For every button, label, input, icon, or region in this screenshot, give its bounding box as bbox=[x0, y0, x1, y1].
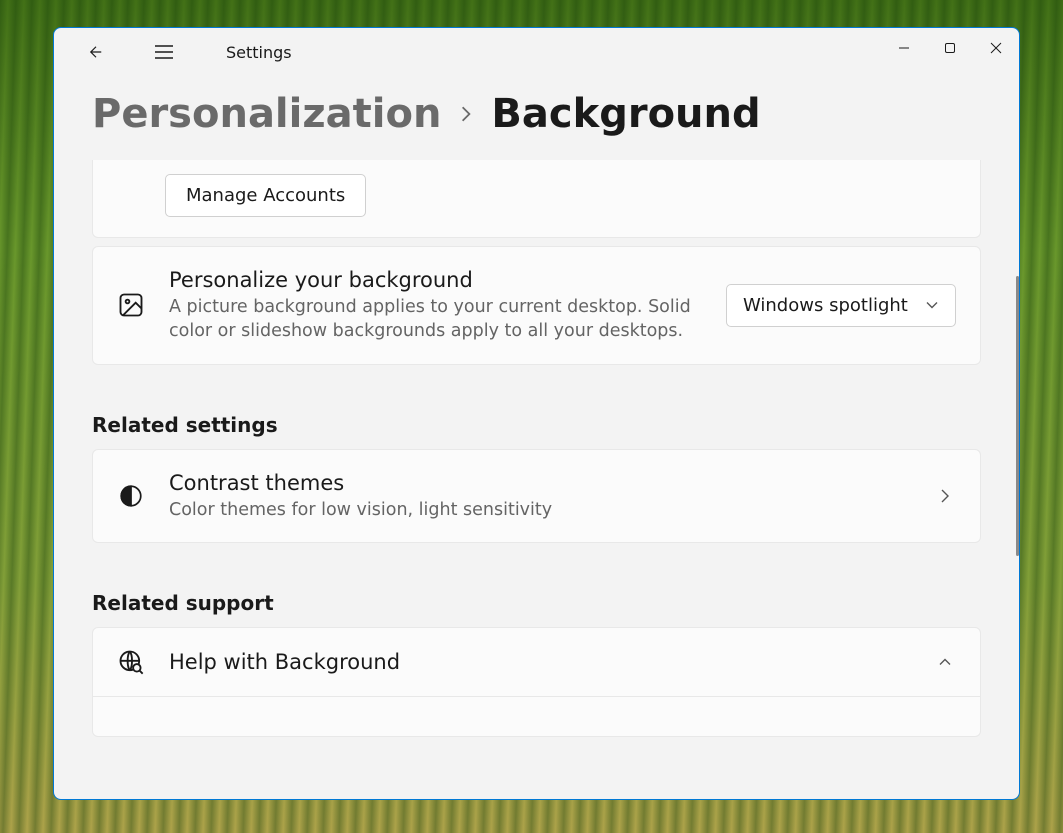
chevron-up-icon bbox=[938, 657, 952, 667]
related-support-heading: Related support bbox=[92, 591, 981, 615]
chevron-right-icon bbox=[940, 488, 950, 504]
help-title: Help with Background bbox=[169, 649, 910, 676]
breadcrumb: Personalization Background bbox=[92, 92, 981, 136]
personalize-text: Personalize your background A picture ba… bbox=[169, 267, 702, 344]
app-title: Settings bbox=[226, 43, 292, 62]
picture-icon bbox=[117, 291, 145, 319]
close-icon bbox=[990, 42, 1002, 54]
close-button[interactable] bbox=[973, 28, 1019, 68]
chevron-right-icon bbox=[459, 105, 473, 123]
contrast-row: Contrast themes Color themes for low vis… bbox=[93, 450, 980, 543]
breadcrumb-separator bbox=[459, 105, 473, 123]
titlebar: Settings bbox=[54, 28, 1019, 76]
contrast-description: Color themes for low vision, light sensi… bbox=[169, 499, 910, 523]
caption-controls bbox=[881, 28, 1019, 68]
contrast-title: Contrast themes bbox=[169, 470, 910, 497]
vertical-scrollbar[interactable] bbox=[1016, 276, 1019, 556]
hamburger-icon bbox=[155, 44, 173, 60]
maximize-icon bbox=[944, 42, 956, 54]
accounts-card: Manage Accounts bbox=[92, 160, 981, 238]
help-expanded-panel bbox=[92, 697, 981, 737]
breadcrumb-parent[interactable]: Personalization bbox=[92, 92, 441, 136]
help-text: Help with Background bbox=[169, 649, 910, 676]
personalize-row: Personalize your background A picture ba… bbox=[93, 247, 980, 364]
contrast-text: Contrast themes Color themes for low vis… bbox=[169, 470, 910, 523]
help-background-card[interactable]: Help with Background bbox=[92, 627, 981, 697]
manage-accounts-button[interactable]: Manage Accounts bbox=[165, 174, 366, 217]
minimize-button[interactable] bbox=[881, 28, 927, 68]
contrast-icon bbox=[117, 482, 145, 510]
breadcrumb-current: Background bbox=[491, 92, 760, 136]
personalize-description: A picture background applies to your cur… bbox=[169, 296, 702, 343]
back-arrow-icon bbox=[87, 43, 105, 61]
help-collapse bbox=[934, 657, 956, 667]
background-type-dropdown[interactable]: Windows spotlight bbox=[726, 284, 956, 327]
contrast-themes-card[interactable]: Contrast themes Color themes for low vis… bbox=[92, 449, 981, 544]
dropdown-value: Windows spotlight bbox=[743, 295, 908, 316]
personalize-title: Personalize your background bbox=[169, 267, 702, 294]
chevron-down-icon bbox=[925, 300, 939, 310]
back-button[interactable] bbox=[76, 32, 116, 72]
minimize-icon bbox=[898, 42, 910, 54]
related-settings-heading: Related settings bbox=[92, 413, 981, 437]
settings-window: Settings Personalization Background Mana… bbox=[53, 27, 1020, 800]
nav-menu-button[interactable] bbox=[144, 32, 184, 72]
help-row: Help with Background bbox=[93, 628, 980, 696]
titlebar-left: Settings bbox=[54, 32, 292, 72]
contrast-go bbox=[934, 488, 956, 504]
content-area: Personalization Background Manage Accoun… bbox=[54, 76, 1019, 799]
globe-search-icon bbox=[117, 648, 145, 676]
personalize-background-card: Personalize your background A picture ba… bbox=[92, 246, 981, 365]
maximize-button[interactable] bbox=[927, 28, 973, 68]
